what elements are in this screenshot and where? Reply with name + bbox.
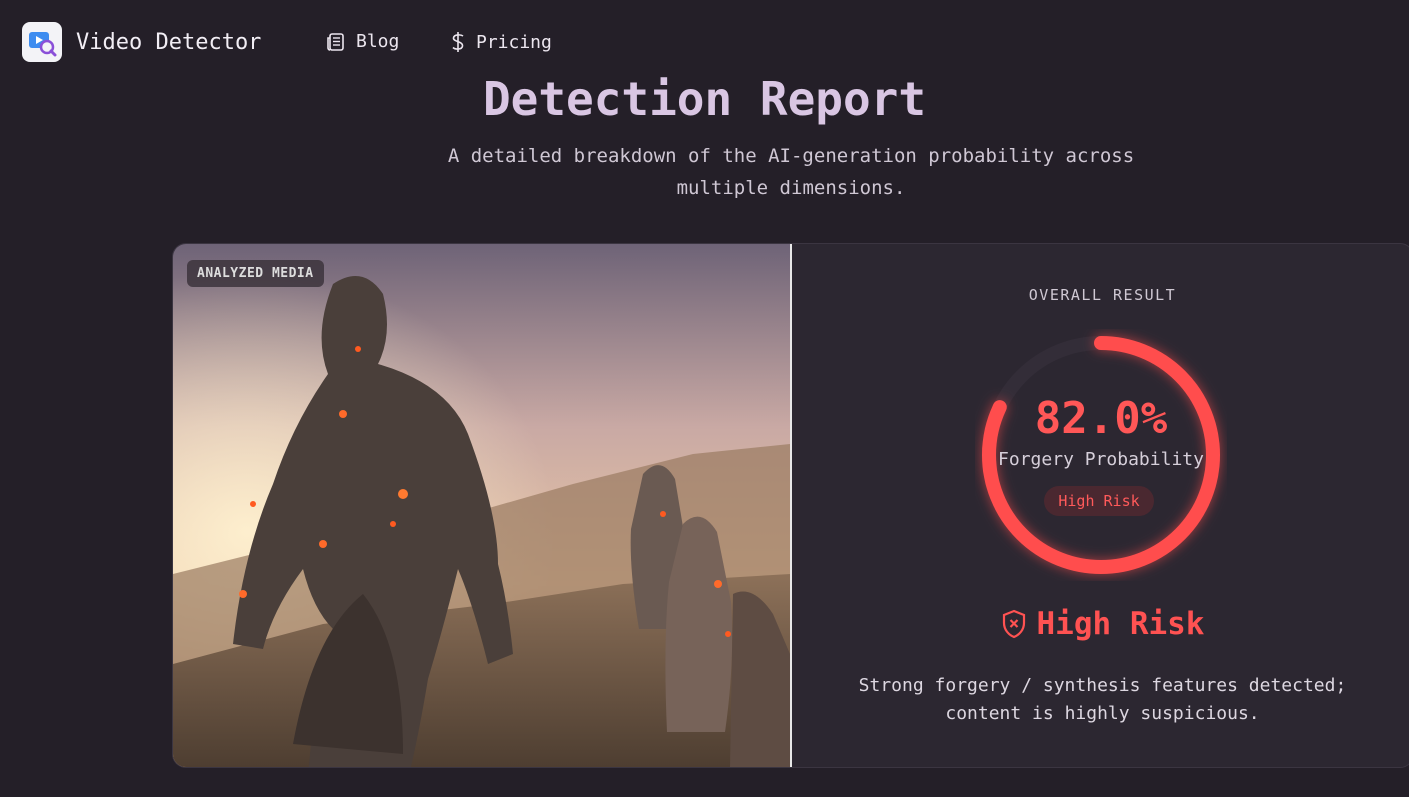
risk-verdict-label: High Risk xyxy=(1036,606,1205,642)
page-title: Detection Report xyxy=(482,72,927,126)
overall-result-panel: OVERALL RESULT 82.0% Forgery Probability… xyxy=(792,244,1409,767)
nav-link-label: Blog xyxy=(356,31,400,52)
risk-verdict: High Risk xyxy=(792,606,1409,642)
analyzed-media-image xyxy=(173,244,790,767)
page-subtitle: A detailed breakdown of the AI-generatio… xyxy=(447,145,1135,199)
nav-link-label: Pricing xyxy=(476,31,552,53)
risk-badge: High Risk xyxy=(1044,486,1154,516)
newspaper-icon xyxy=(327,32,344,51)
probability-gauge: 82.0% Forgery Probability High Risk xyxy=(975,329,1227,581)
top-nav: Video Detector xyxy=(22,22,261,62)
overall-result-heading: OVERALL RESULT xyxy=(1028,286,1177,304)
brand-name[interactable]: Video Detector xyxy=(76,30,261,55)
app-logo-icon[interactable] xyxy=(22,22,62,62)
nav-link-pricing[interactable]: Pricing xyxy=(450,31,552,53)
probability-label: Forgery Probability xyxy=(998,449,1204,470)
report-card: ANALYZED MEDIA OVERALL RESULT 82.0% Forg… xyxy=(172,243,1409,768)
nav-link-blog[interactable]: Blog xyxy=(326,31,399,52)
analyzed-media-tag: ANALYZED MEDIA xyxy=(187,260,324,287)
dollar-icon xyxy=(452,32,464,52)
analyzed-media-panel[interactable]: ANALYZED MEDIA xyxy=(173,244,792,767)
result-description: Strong forgery / synthesis features dete… xyxy=(858,675,1347,724)
shield-x-icon xyxy=(1002,609,1025,639)
probability-value: 82.0% xyxy=(1034,393,1168,444)
